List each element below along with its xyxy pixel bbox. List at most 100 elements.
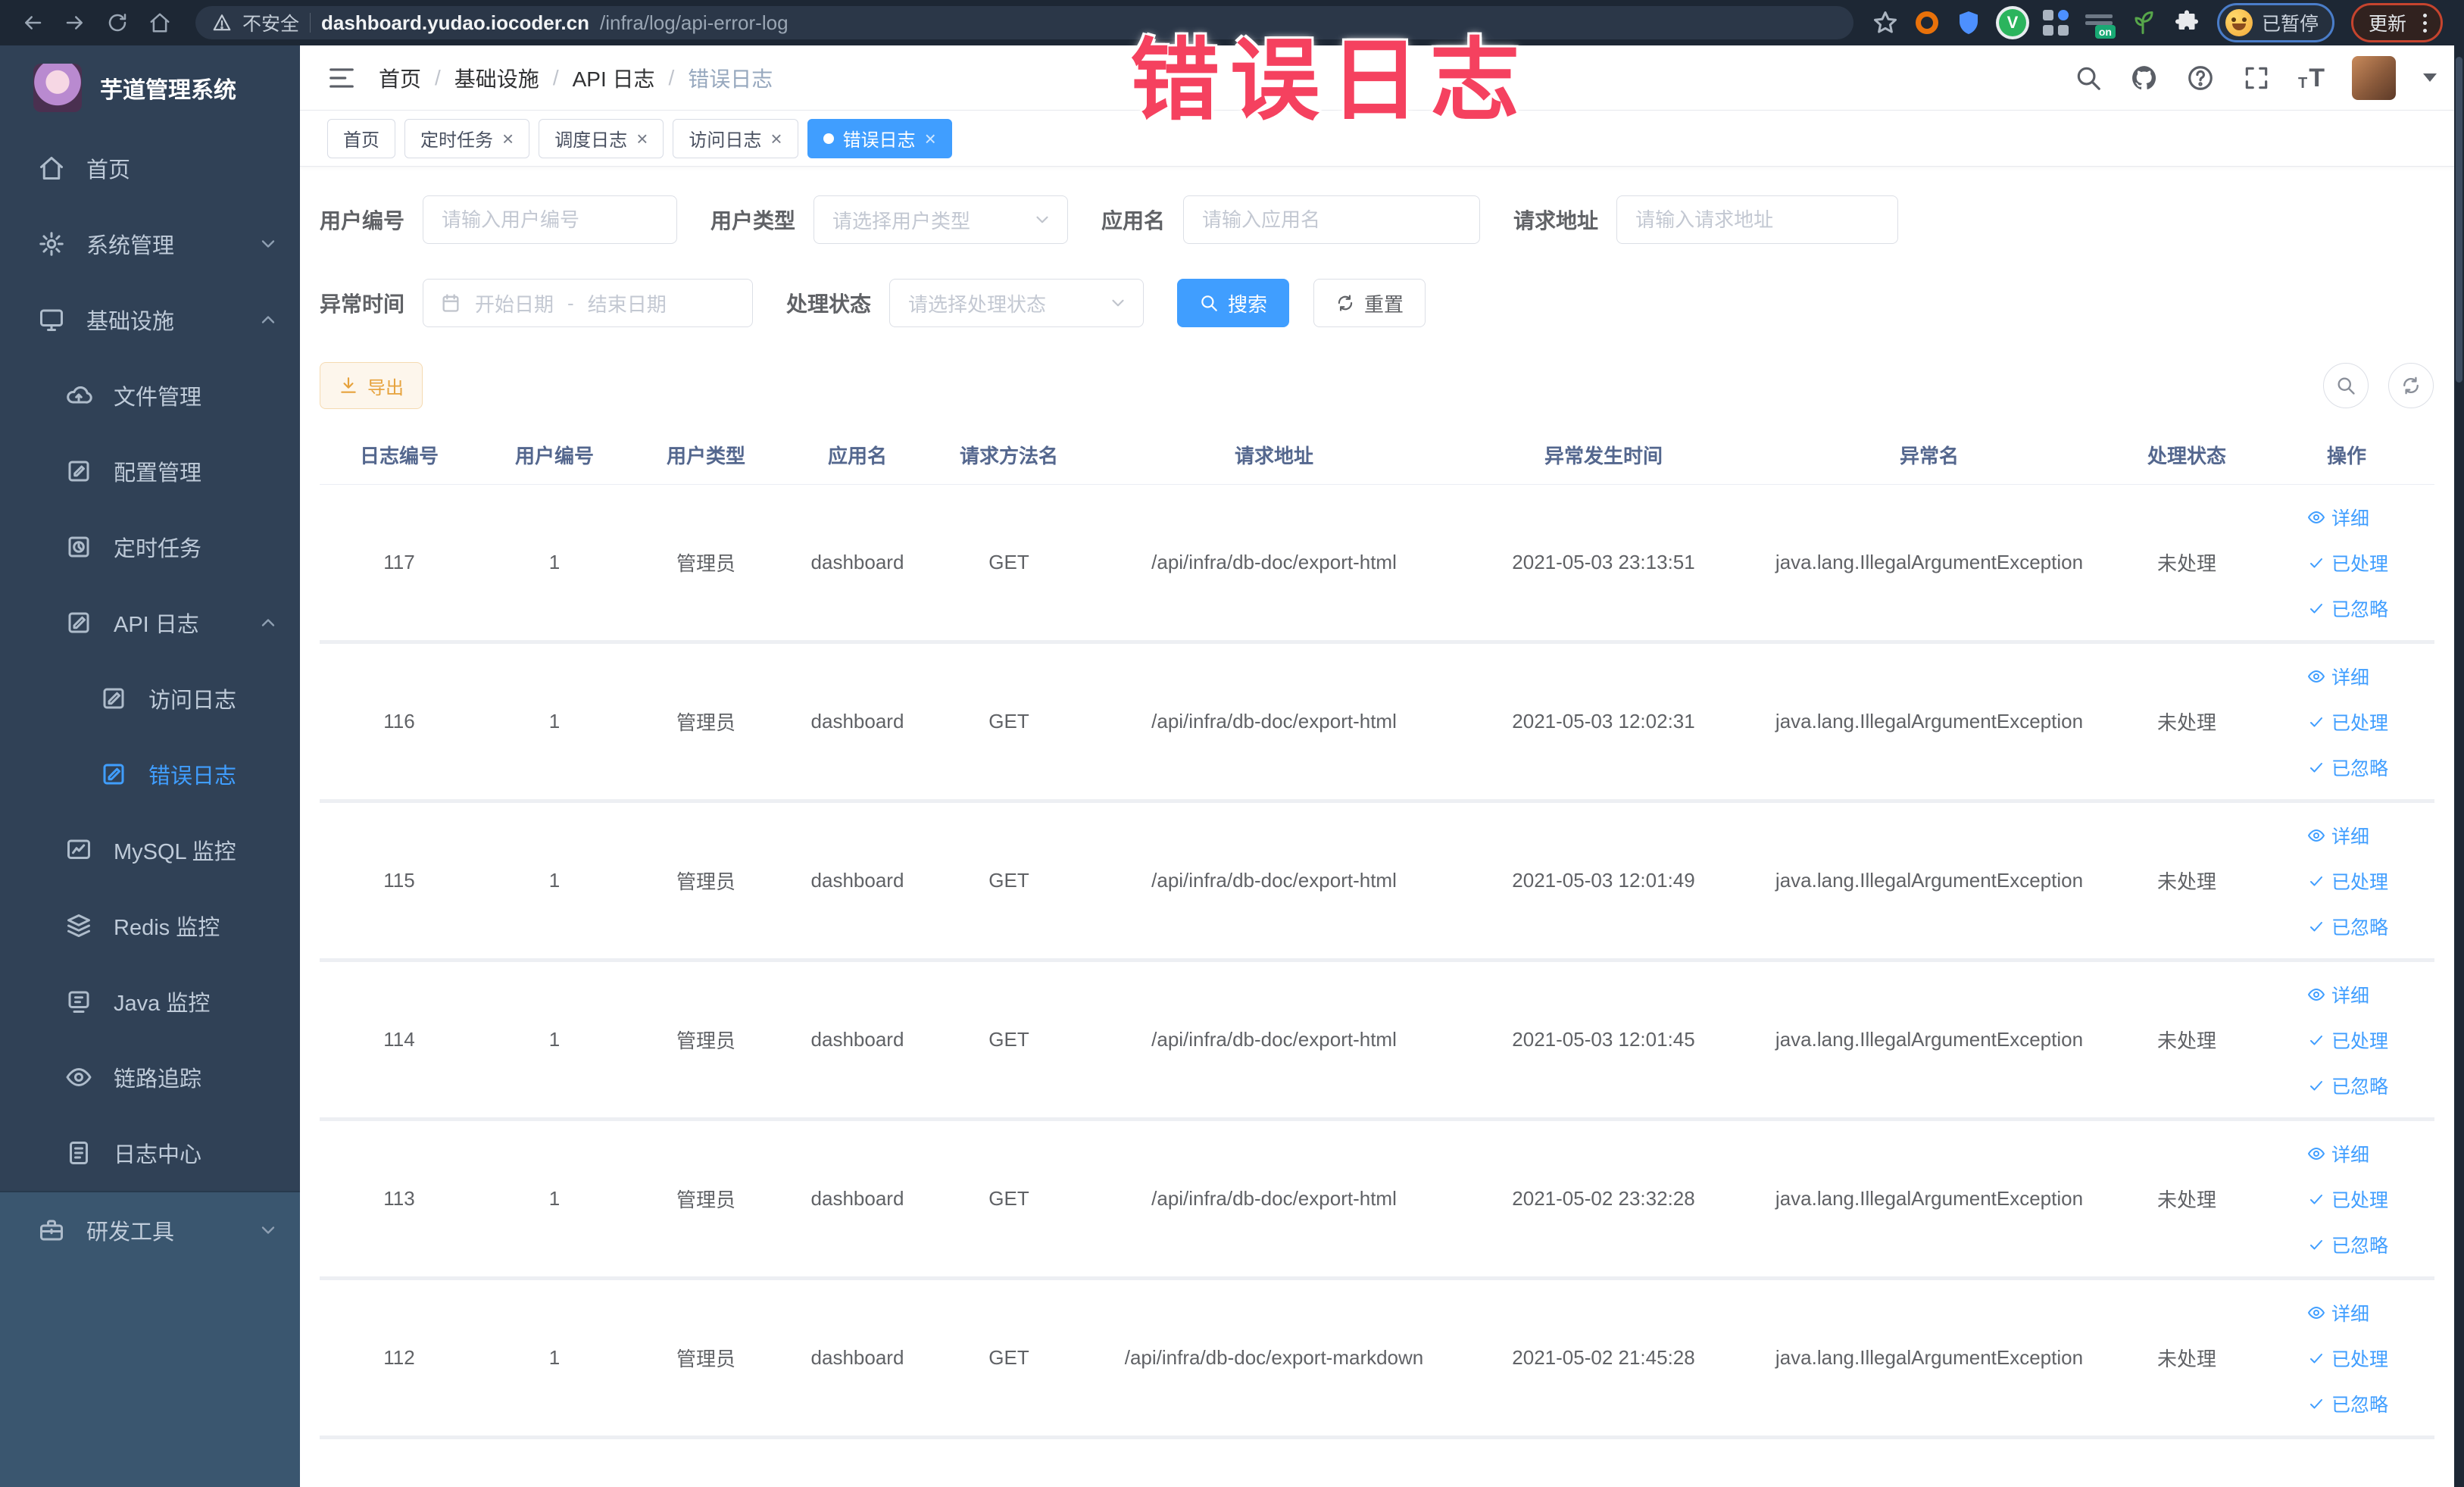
action-已忽略[interactable]: 已忽略 <box>2307 587 2388 629</box>
breadcrumb-item[interactable]: 基础设施 <box>454 63 539 93</box>
sidebar-item-API-日志[interactable]: API 日志 <box>0 585 300 661</box>
close-icon[interactable]: × <box>925 129 936 148</box>
action-详细[interactable]: 详细 <box>2307 655 2369 698</box>
toggle-search-button[interactable] <box>2323 363 2369 408</box>
extensions-puzzle-icon[interactable] <box>2173 9 2200 36</box>
action-详细[interactable]: 详细 <box>2307 973 2369 1016</box>
action-已处理[interactable]: 已处理 <box>2307 701 2388 743</box>
browser-menu-kebab-icon[interactable] <box>2419 12 2431 34</box>
process-status-select[interactable]: 请选择处理状态 <box>889 279 1145 327</box>
action-已忽略[interactable]: 已忽略 <box>2307 1223 2388 1266</box>
action-已忽略[interactable]: 已忽略 <box>2307 1064 2388 1107</box>
browser-back-button[interactable] <box>15 5 50 40</box>
sidebar-item-首页[interactable]: 首页 <box>0 130 300 206</box>
user-avatar[interactable] <box>2352 55 2396 100</box>
sidebar-item-链路追踪[interactable]: 链路追踪 <box>0 1039 300 1115</box>
browser-reload-button[interactable] <box>100 5 135 40</box>
tab-调度日志[interactable]: 调度日志 × <box>539 118 664 158</box>
action-已处理[interactable]: 已处理 <box>2307 1019 2388 1061</box>
extension-orange-icon[interactable] <box>1915 11 1938 34</box>
warning-triangle-icon <box>212 13 232 33</box>
sidebar-item-Redis-监控[interactable]: Redis 监控 <box>0 888 300 964</box>
sidebar-item-错误日志[interactable]: 错误日志 <box>0 736 300 812</box>
security-label[interactable]: 不安全 <box>242 9 299 36</box>
fullscreen-icon[interactable] <box>2242 64 2271 92</box>
scrollbar-thumb[interactable] <box>2456 57 2462 383</box>
cell-user_type: 管理员 <box>676 711 735 734</box>
search-button[interactable]: 搜索 <box>1177 279 1290 327</box>
help-icon[interactable] <box>2186 64 2215 92</box>
check-icon <box>2307 1190 2325 1208</box>
action-详细[interactable]: 详细 <box>2307 496 2369 539</box>
sidebar-item-日志中心[interactable]: 日志中心 <box>0 1115 300 1191</box>
action-详细[interactable]: 详细 <box>2307 1292 2369 1334</box>
tab-首页[interactable]: 首页 <box>327 118 395 158</box>
close-icon[interactable]: × <box>502 129 514 148</box>
check-icon <box>2307 554 2325 572</box>
tab-错误日志[interactable]: 错误日志 × <box>807 118 952 158</box>
sidebar-item-定时任务[interactable]: 定时任务 <box>0 509 300 585</box>
close-icon[interactable]: × <box>770 129 782 148</box>
request-url-input[interactable] <box>1616 195 1899 244</box>
extension-v-icon[interactable]: V <box>1998 9 2026 36</box>
export-button[interactable]: 导出 <box>320 362 423 409</box>
action-label: 已忽略 <box>2331 598 2389 620</box>
font-size-icon[interactable]: TT <box>2298 65 2325 91</box>
cell-user_id: 1 <box>548 1187 561 1210</box>
cell-exception: java.lang.IllegalArgumentException <box>1775 1346 2084 1369</box>
column-header: 请求方法名 <box>959 445 1058 467</box>
action-详细[interactable]: 详细 <box>2307 1132 2369 1175</box>
refresh-icon <box>2400 375 2422 396</box>
sidebar-item-基础设施[interactable]: 基础设施 <box>0 282 300 358</box>
scrollbar[interactable] <box>2454 0 2464 1487</box>
breadcrumb-separator: / <box>668 65 675 89</box>
profile-paused-badge[interactable]: 已暂停 <box>2216 3 2334 42</box>
cell-method: GET <box>988 1346 1029 1369</box>
address-bar[interactable]: 不安全 dashboard.yudao.iocoder.cn /infra/lo… <box>195 6 1853 39</box>
action-已忽略[interactable]: 已忽略 <box>2307 746 2388 789</box>
breadcrumb-item[interactable]: API 日志 <box>573 63 655 93</box>
sidebar-toggle-hamburger-icon[interactable] <box>327 64 356 92</box>
refresh-table-button[interactable] <box>2388 363 2434 408</box>
action-已处理[interactable]: 已处理 <box>2307 1337 2388 1379</box>
sidebar-item-研发工具[interactable]: 研发工具 <box>0 1192 300 1268</box>
action-已处理[interactable]: 已处理 <box>2307 542 2388 584</box>
sidebar-item-Java-监控[interactable]: Java 监控 <box>0 964 300 1039</box>
sidebar-item-配置管理[interactable]: 配置管理 <box>0 433 300 509</box>
tab-访问日志[interactable]: 访问日志 × <box>673 118 798 158</box>
github-icon[interactable] <box>2130 64 2159 92</box>
extension-shield-icon[interactable] <box>1955 9 1982 36</box>
sidebar-logo[interactable]: 芋道管理系统 <box>0 45 300 130</box>
table-row: 114 1 管理员 dashboard GET/api/infra/db-doc/exp… <box>320 962 2434 1121</box>
action-已忽略[interactable]: 已忽略 <box>2307 1382 2388 1425</box>
browser-update-button[interactable]: 更新 <box>2350 3 2443 42</box>
app-name-input[interactable] <box>1183 195 1481 244</box>
sidebar-item-系统管理[interactable]: 系统管理 <box>0 206 300 282</box>
action-已忽略[interactable]: 已忽略 <box>2307 905 2388 948</box>
sidebar-item-访问日志[interactable]: 访问日志 <box>0 661 300 736</box>
exception-time-range-picker[interactable]: 开始日期 - 结束日期 <box>423 279 754 327</box>
avatar-caret-down-icon[interactable] <box>2423 73 2437 82</box>
header-search-icon[interactable] <box>2074 64 2103 92</box>
chart-icon <box>65 836 92 864</box>
start-date-placeholder[interactable]: 开始日期 <box>475 289 554 317</box>
extension-on-badge-icon[interactable]: on <box>2085 11 2116 39</box>
end-date-placeholder[interactable]: 结束日期 <box>588 289 667 317</box>
extension-leaf-icon[interactable] <box>2129 9 2156 36</box>
close-icon[interactable]: × <box>636 129 648 148</box>
action-已处理[interactable]: 已处理 <box>2307 860 2388 902</box>
forward-arrow-icon <box>64 11 86 34</box>
user-id-input[interactable] <box>423 195 678 244</box>
bookmark-star-icon[interactable] <box>1872 9 1899 36</box>
breadcrumb-item[interactable]: 首页 <box>379 63 421 93</box>
browser-forward-button[interactable] <box>58 5 92 40</box>
user-type-select[interactable]: 请选择用户类型 <box>814 195 1069 244</box>
browser-home-button[interactable] <box>142 5 177 40</box>
action-详细[interactable]: 详细 <box>2307 814 2369 857</box>
sidebar-item-MySQL-监控[interactable]: MySQL 监控 <box>0 812 300 888</box>
reset-button[interactable]: 重置 <box>1313 279 1426 327</box>
sidebar-item-文件管理[interactable]: 文件管理 <box>0 358 300 433</box>
extension-grid-icon[interactable] <box>2042 10 2069 36</box>
tab-定时任务[interactable]: 定时任务 × <box>404 118 530 158</box>
action-已处理[interactable]: 已处理 <box>2307 1178 2388 1220</box>
